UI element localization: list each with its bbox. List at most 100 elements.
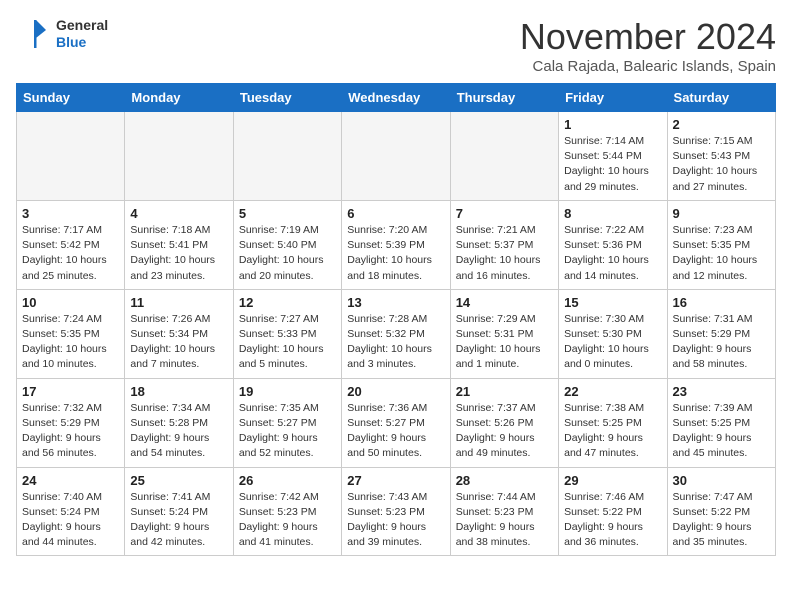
day-number: 20 [347,384,444,399]
day-number: 12 [239,295,336,310]
calendar-cell: 30 Sunrise: 7:47 AM Sunset: 5:22 PM Dayli… [667,467,775,556]
calendar-cell [450,112,558,201]
calendar-cell: 26Sunrise: 7:42 AM Sunset: 5:23 PM Dayli… [233,467,341,556]
day-number: 18 [130,384,227,399]
calendar-cell: 12 Sunrise: 7:27 AM Sunset: 5:33 PM Dayli… [233,289,341,378]
day-number: 4 [130,206,227,221]
day-info: Sunrise: 7:23 AM Sunset: 5:35 PM Dayligh… [673,223,770,284]
calendar-cell: 3Sunrise: 7:17 AM Sunset: 5:42 PM Daylig… [17,200,125,289]
calendar-cell: 15Sunrise: 7:30 AM Sunset: 5:30 PM Dayli… [559,289,667,378]
calendar-cell: 8 Sunrise: 7:22 AM Sunset: 5:36 PM Daylig… [559,200,667,289]
day-info: Sunrise: 7:37 AM Sunset: 5:26 PM Dayligh… [456,401,553,462]
calendar-cell: 27 Sunrise: 7:43 AM Sunset: 5:23 PM Dayli… [342,467,450,556]
logo: GeneralBlue [16,16,108,52]
calendar-cell: 19 Sunrise: 7:35 AM Sunset: 5:27 PM Dayli… [233,378,341,467]
calendar-cell [233,112,341,201]
calendar-cell: 16 Sunrise: 7:31 AM Sunset: 5:29 PM Dayli… [667,289,775,378]
day-number: 11 [130,295,227,310]
logo-svg [16,16,52,52]
calendar-cell: 1 Sunrise: 7:14 AM Sunset: 5:44 PM Daylig… [559,112,667,201]
calendar-week-row: 17 Sunrise: 7:32 AM Sunset: 5:29 PM Dayli… [17,378,776,467]
day-info: Sunrise: 7:24 AM Sunset: 5:35 PM Dayligh… [22,312,119,373]
day-info: Sunrise: 7:15 AM Sunset: 5:43 PM Dayligh… [673,134,770,195]
calendar-header-row: SundayMondayTuesdayWednesdayThursdayFrid… [17,84,776,112]
day-info: Sunrise: 7:17 AM Sunset: 5:42 PM Dayligh… [22,223,119,284]
day-info: Sunrise: 7:46 AM Sunset: 5:22 PM Dayligh… [564,490,661,551]
day-of-week-header: Tuesday [233,84,341,112]
calendar-cell: 9Sunrise: 7:23 AM Sunset: 5:35 PM Daylig… [667,200,775,289]
day-info: Sunrise: 7:18 AM Sunset: 5:41 PM Dayligh… [130,223,227,284]
day-number: 28 [456,473,553,488]
day-of-week-header: Thursday [450,84,558,112]
day-number: 5 [239,206,336,221]
calendar-cell: 22Sunrise: 7:38 AM Sunset: 5:25 PM Dayli… [559,378,667,467]
day-of-week-header: Wednesday [342,84,450,112]
title-block: November 2024 Cala Rajada, Balearic Isla… [520,16,776,75]
calendar-cell: 6Sunrise: 7:20 AM Sunset: 5:39 PM Daylig… [342,200,450,289]
day-info: Sunrise: 7:26 AM Sunset: 5:34 PM Dayligh… [130,312,227,373]
month-title: November 2024 [520,16,776,58]
calendar-cell: 24 Sunrise: 7:40 AM Sunset: 5:24 PM Dayli… [17,467,125,556]
day-number: 17 [22,384,119,399]
day-number: 22 [564,384,661,399]
day-of-week-header: Friday [559,84,667,112]
day-info: Sunrise: 7:44 AM Sunset: 5:23 PM Dayligh… [456,490,553,551]
calendar-cell: 13Sunrise: 7:28 AM Sunset: 5:32 PM Dayli… [342,289,450,378]
day-of-week-header: Saturday [667,84,775,112]
day-number: 13 [347,295,444,310]
day-number: 19 [239,384,336,399]
day-info: Sunrise: 7:40 AM Sunset: 5:24 PM Dayligh… [22,490,119,551]
calendar-week-row: 24 Sunrise: 7:40 AM Sunset: 5:24 PM Dayli… [17,467,776,556]
calendar-cell: 18 Sunrise: 7:34 AM Sunset: 5:28 PM Dayli… [125,378,233,467]
day-number: 29 [564,473,661,488]
day-info: Sunrise: 7:47 AM Sunset: 5:22 PM Dayligh… [673,490,770,551]
day-number: 10 [22,295,119,310]
location: Cala Rajada, Balearic Islands, Spain [520,58,776,75]
day-info: Sunrise: 7:34 AM Sunset: 5:28 PM Dayligh… [130,401,227,462]
calendar: SundayMondayTuesdayWednesdayThursdayFrid… [16,83,776,556]
day-info: Sunrise: 7:14 AM Sunset: 5:44 PM Dayligh… [564,134,661,195]
day-info: Sunrise: 7:41 AM Sunset: 5:24 PM Dayligh… [130,490,227,551]
calendar-cell: 28 Sunrise: 7:44 AM Sunset: 5:23 PM Dayli… [450,467,558,556]
day-info: Sunrise: 7:27 AM Sunset: 5:33 PM Dayligh… [239,312,336,373]
day-info: Sunrise: 7:31 AM Sunset: 5:29 PM Dayligh… [673,312,770,373]
calendar-cell: 7 Sunrise: 7:21 AM Sunset: 5:37 PM Daylig… [450,200,558,289]
day-number: 27 [347,473,444,488]
header: GeneralBlue November 2024 Cala Rajada, B… [16,16,776,75]
calendar-cell: 4 Sunrise: 7:18 AM Sunset: 5:41 PM Daylig… [125,200,233,289]
day-info: Sunrise: 7:19 AM Sunset: 5:40 PM Dayligh… [239,223,336,284]
logo-blue-label: Blue [56,34,108,51]
day-number: 30 [673,473,770,488]
calendar-week-row: 10 Sunrise: 7:24 AM Sunset: 5:35 PM Dayli… [17,289,776,378]
calendar-cell: 23 Sunrise: 7:39 AM Sunset: 5:25 PM Dayli… [667,378,775,467]
calendar-cell: 17 Sunrise: 7:32 AM Sunset: 5:29 PM Dayli… [17,378,125,467]
calendar-cell: 11 Sunrise: 7:26 AM Sunset: 5:34 PM Dayli… [125,289,233,378]
day-info: Sunrise: 7:20 AM Sunset: 5:39 PM Dayligh… [347,223,444,284]
calendar-cell [342,112,450,201]
day-number: 24 [22,473,119,488]
day-number: 8 [564,206,661,221]
day-number: 16 [673,295,770,310]
day-info: Sunrise: 7:35 AM Sunset: 5:27 PM Dayligh… [239,401,336,462]
calendar-cell: 25Sunrise: 7:41 AM Sunset: 5:24 PM Dayli… [125,467,233,556]
day-of-week-header: Monday [125,84,233,112]
calendar-week-row: 1 Sunrise: 7:14 AM Sunset: 5:44 PM Daylig… [17,112,776,201]
day-info: Sunrise: 7:32 AM Sunset: 5:29 PM Dayligh… [22,401,119,462]
day-info: Sunrise: 7:21 AM Sunset: 5:37 PM Dayligh… [456,223,553,284]
day-number: 7 [456,206,553,221]
calendar-cell [17,112,125,201]
day-number: 2 [673,117,770,132]
calendar-cell: 5 Sunrise: 7:19 AM Sunset: 5:40 PM Daylig… [233,200,341,289]
day-info: Sunrise: 7:43 AM Sunset: 5:23 PM Dayligh… [347,490,444,551]
day-number: 1 [564,117,661,132]
day-number: 21 [456,384,553,399]
day-info: Sunrise: 7:30 AM Sunset: 5:30 PM Dayligh… [564,312,661,373]
day-info: Sunrise: 7:29 AM Sunset: 5:31 PM Dayligh… [456,312,553,373]
calendar-cell [125,112,233,201]
day-info: Sunrise: 7:39 AM Sunset: 5:25 PM Dayligh… [673,401,770,462]
calendar-cell: 21 Sunrise: 7:37 AM Sunset: 5:26 PM Dayli… [450,378,558,467]
calendar-week-row: 3Sunrise: 7:17 AM Sunset: 5:42 PM Daylig… [17,200,776,289]
day-number: 23 [673,384,770,399]
day-info: Sunrise: 7:22 AM Sunset: 5:36 PM Dayligh… [564,223,661,284]
calendar-cell: 2 Sunrise: 7:15 AM Sunset: 5:43 PM Daylig… [667,112,775,201]
